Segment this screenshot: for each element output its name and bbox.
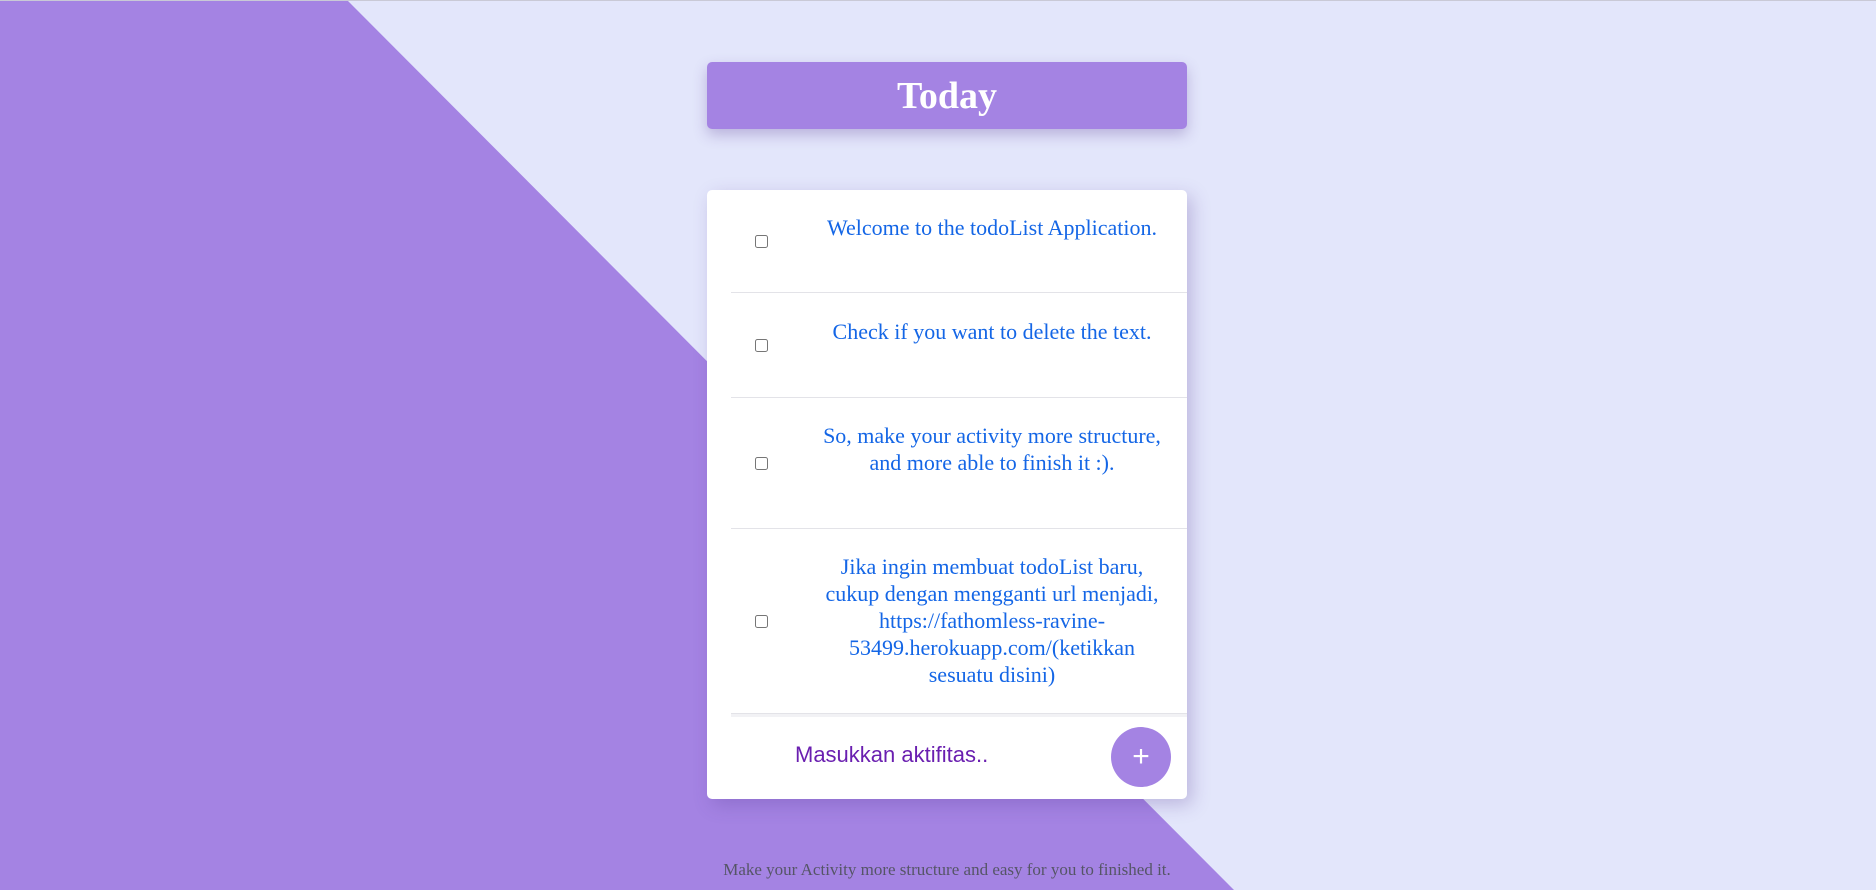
item-text: So, make your activity more structure, a… (823, 423, 1161, 475)
item-checkbox[interactable] (755, 615, 768, 628)
list-item: Check if you want to delete the text. (731, 293, 1187, 398)
new-item-form: + (731, 714, 1187, 799)
item-checkbox[interactable] (755, 235, 768, 248)
list-item: Welcome to the todoList Application. (731, 190, 1187, 293)
page-title: Today (897, 74, 997, 117)
new-activity-input[interactable] (795, 738, 1025, 772)
item-text: Welcome to the todoList Application. (827, 215, 1157, 240)
top-border-line (0, 0, 1876, 1)
add-button[interactable]: + (1111, 727, 1171, 787)
list-item: Jika ingin membuat todoList baru, cukup … (731, 529, 1187, 714)
item-text: Check if you want to delete the text. (832, 319, 1152, 344)
plus-icon: + (1132, 740, 1150, 773)
item-checkbox[interactable] (755, 339, 768, 352)
footer-text: Make your Activity more structure and ea… (723, 860, 1171, 879)
item-text: Jika ingin membuat todoList baru, cukup … (825, 554, 1159, 687)
todo-list-card: Welcome to the todoList Application. Che… (707, 190, 1187, 799)
item-checkbox[interactable] (755, 457, 768, 470)
list-item: So, make your activity more structure, a… (731, 398, 1187, 529)
header-box: Today (707, 62, 1187, 129)
